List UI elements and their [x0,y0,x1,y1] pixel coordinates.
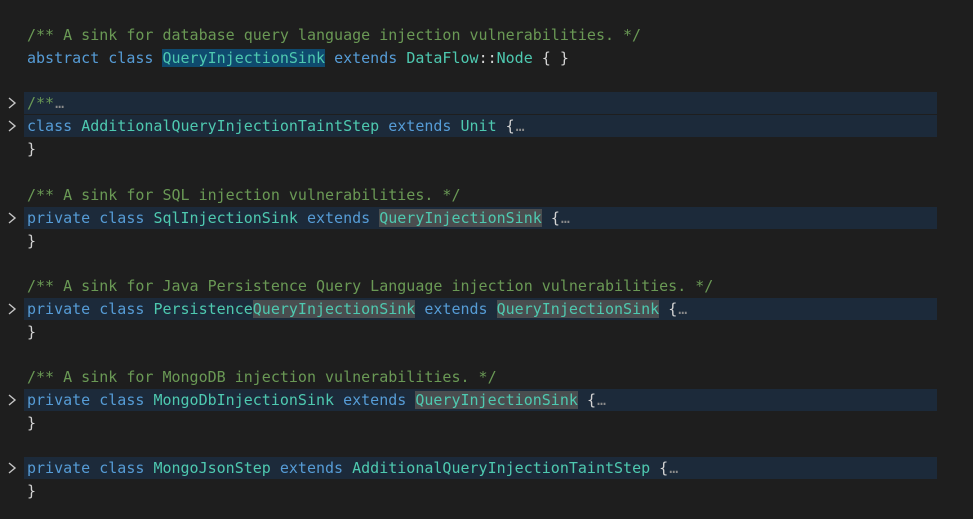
open-brace: { [659,459,669,477]
chevron-right-icon[interactable] [6,119,18,133]
keyword-private: private [27,209,91,227]
keyword-private: private [27,300,91,318]
supertype-namespace: DataFlow [406,49,479,67]
doc-comment: /** A sink for database query language i… [27,26,642,44]
keyword-private: private [27,459,91,477]
code-line[interactable]: /** A sink for MongoDB injection vulnera… [0,366,973,388]
code-line[interactable]: /** A sink for database query language i… [0,24,973,46]
code-line-folded[interactable]: private class SqlInjectionSink extends Q… [0,207,973,229]
chevron-right-icon[interactable] [6,211,18,225]
code-line[interactable]: } [0,138,973,160]
open-brace: { [586,391,596,409]
supertype-name: AdditionalQueryInjectionTaintStep [352,459,651,477]
keyword-extends: extends [334,49,398,67]
doc-comment: /** A sink for SQL injection vulnerabili… [27,186,461,204]
folded-ellipsis[interactable]: … [677,298,688,320]
code-line-folded[interactable]: private class MongoJsonStep extends Addi… [0,457,973,479]
open-brace: { [668,300,678,318]
keyword-private: private [27,391,91,409]
supertype-occurrence[interactable]: QueryInjectionSink [379,209,542,227]
keyword-extends: extends [279,459,344,477]
code-line[interactable]: } [0,230,973,252]
keyword-class: class [99,391,145,409]
selected-class-name[interactable]: QueryInjectionSink [162,49,326,67]
folded-ellipsis[interactable]: … [596,389,607,411]
keyword-class: class [99,300,145,318]
open-brace: { [505,117,515,135]
folded-ellipsis[interactable]: … [668,457,679,479]
doc-comment: /** A sink for MongoDB injection vulnera… [27,368,497,386]
doc-comment: /** A sink for Java Persistence Query La… [27,277,714,295]
chevron-right-icon[interactable] [6,393,18,407]
class-name: MongoDbInjectionSink [153,391,335,409]
code-line[interactable]: /** A sink for SQL injection vulnerabili… [0,184,973,206]
keyword-extends: extends [343,391,407,409]
scope-operator: :: [478,49,497,67]
close-brace: } [27,414,37,432]
code-line-folded[interactable]: /**… [0,92,973,114]
keyword-extends: extends [424,300,488,318]
close-brace: } [27,323,37,341]
supertype-occurrence[interactable]: QueryInjectionSink [496,300,660,318]
keyword-class: class [99,459,145,477]
class-name-prefix: Persistence [153,300,253,318]
close-brace: } [27,140,37,158]
chevron-right-icon[interactable] [6,461,18,475]
keyword-class: class [99,209,145,227]
folded-ellipsis[interactable]: … [54,92,65,114]
folded-ellipsis[interactable]: … [515,115,526,137]
open-brace: { [550,209,560,227]
close-brace: } [27,482,37,500]
class-name: SqlInjectionSink [153,209,298,227]
keyword-extends: extends [388,117,452,135]
code-line-folded[interactable]: class AdditionalQueryInjectionTaintStep … [0,115,973,137]
close-brace: } [27,232,37,250]
empty-body: { } [541,49,569,67]
keyword-abstract: abstract [27,49,100,67]
code-line[interactable]: } [0,412,973,434]
supertype-name: Node [496,49,533,67]
doc-comment: /** [27,94,55,112]
code-line[interactable]: } [0,321,973,343]
code-line[interactable]: abstract class QueryInjectionSink extend… [0,47,973,69]
code-line-folded[interactable]: private class MongoDbInjectionSink exten… [0,389,973,411]
code-line[interactable]: } [0,480,973,502]
keyword-extends: extends [306,209,371,227]
keyword-class: class [27,117,73,135]
class-name-occurrence[interactable]: QueryInjectionSink [252,300,416,318]
supertype-occurrence[interactable]: QueryInjectionSink [415,391,578,409]
class-name: AdditionalQueryInjectionTaintStep [81,117,380,135]
keyword-class: class [108,49,154,67]
code-line[interactable]: /** A sink for Java Persistence Query La… [0,275,973,297]
folded-ellipsis[interactable]: … [560,207,571,229]
chevron-right-icon[interactable] [6,302,18,316]
supertype-name: Unit [460,117,497,135]
class-name: MongoJsonStep [153,459,271,477]
code-editor[interactable]: /** A sink for database query language i… [0,0,973,519]
code-line-folded[interactable]: private class PersistenceQueryInjectionS… [0,298,973,320]
chevron-right-icon[interactable] [6,96,18,110]
